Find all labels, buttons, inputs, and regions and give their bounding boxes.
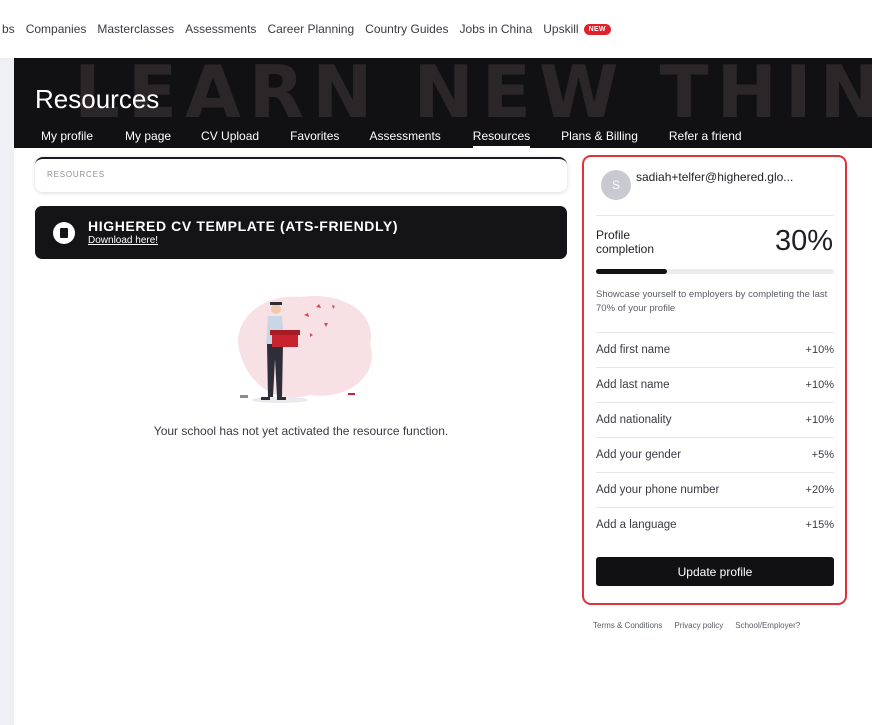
empty-state-message: Your school has not yet activated the re… [153, 424, 449, 438]
top-navigation: bs Companies Masterclasses Assessments C… [0, 0, 872, 58]
completion-label-line1: Profile [596, 228, 631, 242]
tab-favorites[interactable]: Favorites [290, 129, 339, 148]
hero-banner: LEARN NEW THINGS Resources My profile My… [14, 58, 872, 148]
task-add-gender[interactable]: Add your gender +5% [596, 437, 834, 472]
task-bonus: +10% [805, 379, 834, 391]
new-badge: NEW [583, 23, 611, 35]
task-bonus: +10% [805, 414, 834, 426]
hero-background-text: LEARN NEW THINGS [74, 58, 872, 134]
empty-state-illustration [238, 295, 372, 403]
top-nav-items: bs Companies Masterclasses Assessments C… [2, 22, 611, 36]
profile-completion-card: S sadiah+telfer@highered.glo... Profile … [582, 155, 847, 605]
completion-progress-bar [596, 269, 834, 274]
task-label: Add last name [596, 379, 670, 391]
breadcrumb-label: RESOURCES [47, 170, 105, 179]
showcase-text: Showcase yourself to employers by comple… [596, 289, 828, 314]
task-label: Add nationality [596, 414, 672, 426]
footer-link-school-employer[interactable]: School/Employer? [735, 621, 800, 630]
task-label: Add first name [596, 344, 671, 356]
document-icon [53, 222, 75, 244]
nav-link-assessments[interactable]: Assessments [185, 22, 256, 36]
task-label: Add your gender [596, 449, 682, 461]
task-add-phone-number[interactable]: Add your phone number +20% [596, 472, 834, 507]
tab-cv-upload[interactable]: CV Upload [201, 129, 259, 148]
profile-task-list: Add first name +10% Add last name +10% A… [596, 332, 834, 542]
task-bonus: +5% [811, 449, 834, 461]
divider [596, 215, 834, 216]
task-bonus: +10% [805, 344, 834, 356]
left-sidebar-strip [0, 0, 14, 725]
breadcrumb: RESOURCES [35, 157, 567, 192]
tab-assessments[interactable]: Assessments [369, 129, 440, 148]
nav-link-country-guides[interactable]: Country Guides [365, 22, 448, 36]
task-add-first-name[interactable]: Add first name +10% [596, 332, 834, 367]
task-add-nationality[interactable]: Add nationality +10% [596, 402, 834, 437]
completion-label-line2: completion [596, 242, 655, 256]
nav-link-upskill[interactable]: Upskill [543, 22, 578, 36]
nav-link-career-planning[interactable]: Career Planning [267, 22, 354, 36]
nav-link-companies[interactable]: Companies [26, 22, 87, 36]
cv-template-banner[interactable]: HIGHERED CV TEMPLATE (ATS-FRIENDLY) Down… [35, 206, 567, 259]
completion-percentage: 30% [774, 225, 833, 257]
tab-my-page[interactable]: My page [125, 129, 171, 148]
task-add-language[interactable]: Add a language +15% [596, 507, 834, 542]
completion-label: Profile completion [596, 228, 654, 256]
tab-resources[interactable]: Resources [472, 129, 531, 148]
page-title: Resources [35, 84, 160, 114]
tab-my-profile[interactable]: My profile [41, 129, 93, 148]
nav-link-jobs[interactable]: bs [2, 22, 15, 36]
task-bonus: +15% [805, 519, 834, 531]
profile-tabs: My profile My page CV Upload Favorites A… [41, 129, 742, 148]
task-label: Add a language [596, 519, 677, 531]
update-profile-button[interactable]: Update profile [596, 557, 834, 586]
footer-link-terms[interactable]: Terms & Conditions [593, 621, 662, 630]
tab-plans-billing[interactable]: Plans & Billing [561, 129, 638, 148]
avatar: S [601, 170, 631, 200]
task-label: Add your phone number [596, 484, 720, 496]
cv-template-title: HIGHERED CV TEMPLATE (ATS-FRIENDLY) [88, 218, 399, 234]
footer-link-privacy[interactable]: Privacy policy [674, 621, 723, 630]
download-link[interactable]: Download here! [88, 235, 158, 246]
tab-refer-a-friend[interactable]: Refer a friend [669, 129, 742, 148]
task-bonus: +20% [805, 484, 834, 496]
completion-progress-fill [596, 269, 668, 274]
task-add-last-name[interactable]: Add last name +10% [596, 367, 834, 402]
nav-link-masterclasses[interactable]: Masterclasses [97, 22, 174, 36]
user-email: sadiah+telfer@highered.glo... [636, 170, 794, 184]
footer-links: Terms & Conditions Privacy policy School… [593, 621, 800, 630]
nav-link-jobs-in-china[interactable]: Jobs in China [460, 22, 533, 36]
